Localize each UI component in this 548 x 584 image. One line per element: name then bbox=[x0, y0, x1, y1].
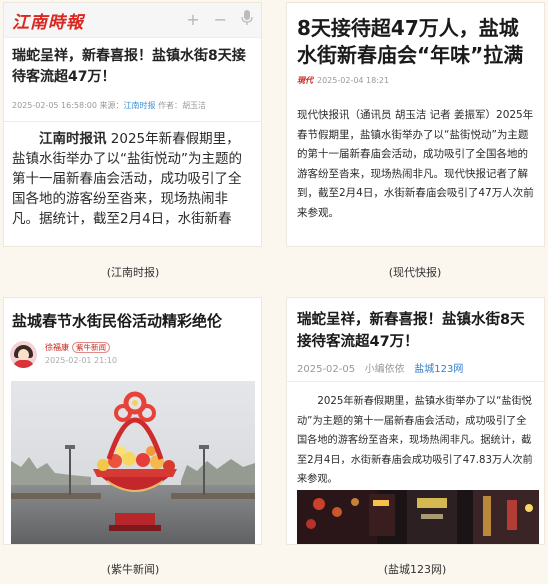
article-card-xiandai: 8天接待超47万人，盐城水街新春庙会“年味”拉满 現代 2025-02-04 1… bbox=[287, 3, 544, 246]
article-title[interactable]: 盐城春节水街民俗活动精彩绝伦 bbox=[4, 298, 261, 331]
article-body: 2025年新春假期里，盐镇水街举办了以“盐街悦动”为主题的第十一届新春庙会活动，… bbox=[297, 396, 533, 485]
article-body: 现代快报讯（通讯员 胡玉洁 记者 姜振军）2025年春节假期里，盐镇水街举办了以… bbox=[297, 109, 534, 219]
caption-yancheng123: (盐城123网) bbox=[383, 563, 447, 576]
jiangnan-times-logo: 江南時報 bbox=[12, 12, 84, 33]
festival-sculpture-photo bbox=[11, 381, 255, 544]
article-title[interactable]: 8天接待超47万人，盐城水街新春庙会“年味”拉满 bbox=[287, 3, 544, 69]
source-link[interactable]: 江南时报 bbox=[124, 101, 156, 110]
publish-date: 2025-02-05 16:58:00 bbox=[12, 101, 97, 110]
caption-xiandai: (现代快报) bbox=[388, 266, 442, 279]
article-title[interactable]: 瑞蛇呈祥，新春喜报！盐镇水街8天接待客流超47万！ bbox=[4, 38, 261, 88]
app-header: 江南時報 + − bbox=[4, 3, 261, 38]
publish-date: 2025-02-01 21:10 bbox=[45, 356, 118, 365]
publish-date: 2025-02-04 18:21 bbox=[317, 76, 390, 85]
article-title[interactable]: 瑞蛇呈祥，新春喜报！盐镇水街8天接待客流超47万！ bbox=[287, 298, 544, 353]
caption-ziniu: (紫牛新闻) bbox=[106, 563, 160, 576]
editor-name: 小编依依 bbox=[364, 364, 405, 375]
author-label: 作者： bbox=[158, 101, 183, 110]
article-card-yancheng123: 瑞蛇呈祥，新春喜报！盐镇水街8天接待客流超47万！ 2025-02-05 小编依… bbox=[287, 298, 544, 544]
source-label: 来源： bbox=[99, 101, 124, 110]
article-card-ziniu: 盐城春节水街民俗活动精彩绝伦 徐福康 紫牛新闻 2025-02-01 21:10 bbox=[4, 298, 261, 544]
night-street-photo bbox=[297, 490, 539, 544]
source-link[interactable]: 盐城123网 bbox=[414, 364, 463, 375]
article-body: 江南时报讯 2025年新春假期里，盐镇水街举办了以“盐街悦动”为主题的第十一届新… bbox=[4, 122, 261, 229]
article-meta: 2025-02-05 小编依依 盐城123网 bbox=[287, 353, 544, 375]
author-row: 徐福康 紫牛新闻 2025-02-01 21:10 bbox=[4, 331, 261, 368]
article-card-jiangnan: 江南時報 + − 瑞蛇呈祥，新春喜报！盐镇水街8天接待客流超47万！ 2025-… bbox=[4, 3, 261, 246]
avatar[interactable] bbox=[10, 341, 37, 368]
microphone-icon[interactable] bbox=[241, 10, 253, 30]
article-meta: 現代 2025-02-04 18:21 bbox=[287, 69, 544, 86]
caption-jiangnan: (江南时报) bbox=[106, 266, 160, 279]
xiandai-logo: 現代 bbox=[297, 75, 313, 85]
publish-date: 2025-02-05 bbox=[297, 364, 356, 375]
zoom-out-icon[interactable]: − bbox=[214, 10, 227, 30]
author-badge: 紫牛新闻 bbox=[72, 342, 110, 353]
zoom-in-icon[interactable]: + bbox=[186, 10, 199, 30]
body-lead: 江南时报讯 bbox=[39, 131, 107, 147]
article-meta: 2025-02-05 16:58:00 来源：江南时报 作者：胡玉洁 bbox=[4, 88, 261, 111]
author-name[interactable]: 徐福康 bbox=[45, 343, 69, 352]
author-name: 胡玉洁 bbox=[182, 101, 207, 110]
